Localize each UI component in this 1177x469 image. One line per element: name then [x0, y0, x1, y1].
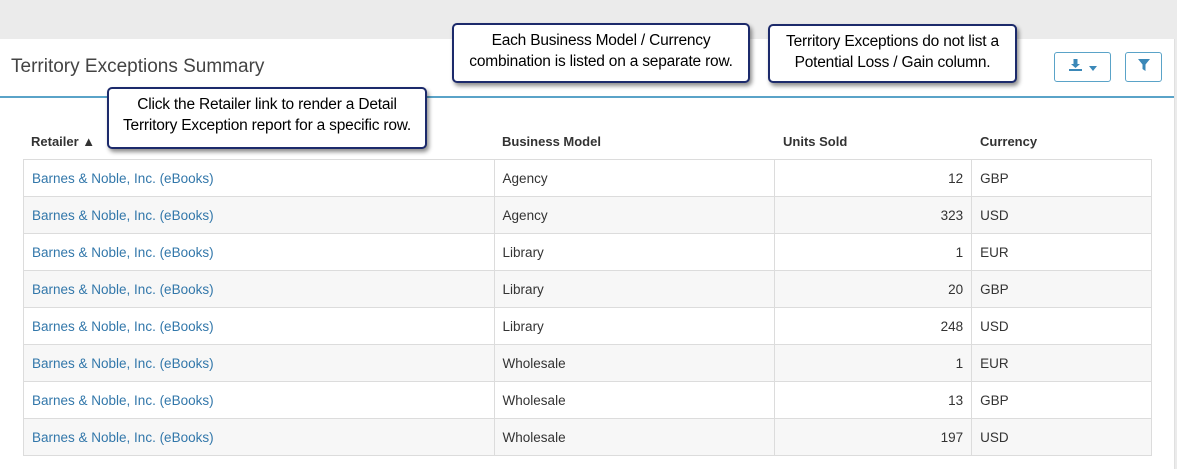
callout-line: Each Business Model / Currency [491, 32, 711, 49]
table-row: Barnes & Noble, Inc. (eBooks) Agency 323… [23, 196, 1152, 234]
retailer-link[interactable]: Barnes & Noble, Inc. (eBooks) [32, 171, 214, 186]
table-row: Barnes & Noble, Inc. (eBooks) Wholesale … [23, 381, 1152, 419]
retailer-link[interactable]: Barnes & Noble, Inc. (eBooks) [32, 393, 214, 408]
table-row: Barnes & Noble, Inc. (eBooks) Library 20… [23, 270, 1152, 308]
units-sold-cell: 1 [774, 233, 973, 271]
download-icon [1068, 58, 1082, 76]
currency-cell: EUR [971, 344, 1152, 382]
units-sold-cell: 197 [774, 418, 973, 456]
currency-cell: EUR [971, 233, 1152, 271]
units-sold-cell: 20 [774, 270, 973, 308]
download-button[interactable] [1054, 52, 1111, 82]
retailer-link[interactable]: Barnes & Noble, Inc. (eBooks) [32, 245, 214, 260]
currency-cell: USD [971, 196, 1152, 234]
units-sold-cell: 323 [774, 196, 973, 234]
units-sold-cell: 13 [774, 381, 973, 419]
filter-button[interactable] [1125, 52, 1162, 82]
chevron-down-icon [1088, 58, 1097, 76]
callout-line: combination is listed on a separate row. [469, 53, 733, 70]
retailer-link[interactable]: Barnes & Noble, Inc. (eBooks) [32, 430, 214, 445]
filter-icon [1137, 58, 1150, 76]
retailer-link[interactable]: Barnes & Noble, Inc. (eBooks) [32, 319, 214, 334]
currency-cell: GBP [971, 159, 1152, 197]
business-model-cell: Agency [493, 159, 776, 197]
table-row: Barnes & Noble, Inc. (eBooks) Wholesale … [23, 344, 1152, 382]
business-model-cell: Library [493, 270, 776, 308]
column-header-units-sold[interactable]: Units Sold [783, 134, 847, 149]
exceptions-table: Barnes & Noble, Inc. (eBooks) Agency 12 … [23, 159, 1152, 456]
business-model-cell: Library [493, 307, 776, 345]
callout-territory: Territory Exceptions do not list a Poten… [768, 24, 1017, 83]
table-row: Barnes & Noble, Inc. (eBooks) Wholesale … [23, 418, 1152, 456]
retailer-link[interactable]: Barnes & Noble, Inc. (eBooks) [32, 356, 214, 371]
currency-cell: USD [971, 307, 1152, 345]
table-row: Barnes & Noble, Inc. (eBooks) Library 24… [23, 307, 1152, 345]
column-header-business-model[interactable]: Business Model [502, 134, 601, 149]
units-sold-cell: 248 [774, 307, 973, 345]
callout-line: Click the Retailer link to render a Deta… [137, 96, 397, 113]
business-model-cell: Wholesale [493, 418, 776, 456]
retailer-link[interactable]: Barnes & Noble, Inc. (eBooks) [32, 282, 214, 297]
units-sold-cell: 12 [774, 159, 973, 197]
column-header-currency[interactable]: Currency [980, 134, 1037, 149]
currency-cell: GBP [971, 270, 1152, 308]
business-model-cell: Library [493, 233, 776, 271]
page-title: Territory Exceptions Summary [11, 56, 265, 77]
callout-business-model: Each Business Model / Currency combinati… [452, 23, 750, 83]
table-row: Barnes & Noble, Inc. (eBooks) Agency 12 … [23, 159, 1152, 197]
business-model-cell: Wholesale [493, 344, 776, 382]
retailer-link[interactable]: Barnes & Noble, Inc. (eBooks) [32, 208, 214, 223]
business-model-cell: Agency [493, 196, 776, 234]
business-model-cell: Wholesale [493, 381, 776, 419]
units-sold-cell: 1 [774, 344, 973, 382]
table-row: Barnes & Noble, Inc. (eBooks) Library 1 … [23, 233, 1152, 271]
callout-line: Territory Exceptions do not list a [786, 33, 999, 50]
currency-cell: GBP [971, 381, 1152, 419]
callout-retailer: Click the Retailer link to render a Deta… [107, 87, 427, 149]
currency-cell: USD [971, 418, 1152, 456]
callout-line: Territory Exception report for a specifi… [123, 117, 411, 134]
column-header-retailer[interactable]: Retailer ▲ [31, 134, 95, 149]
callout-line: Potential Loss / Gain column. [794, 54, 991, 71]
